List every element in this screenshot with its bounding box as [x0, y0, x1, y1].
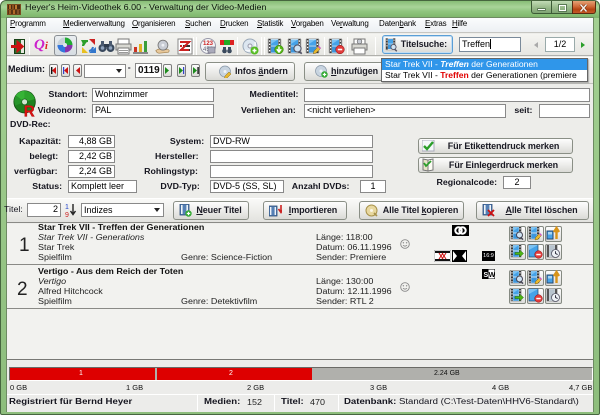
svg-text:9: 9 [65, 212, 69, 218]
svg-text:1: 1 [65, 204, 69, 211]
svg-text:R: R [24, 103, 35, 118]
svg-text:W: W [489, 272, 495, 279]
